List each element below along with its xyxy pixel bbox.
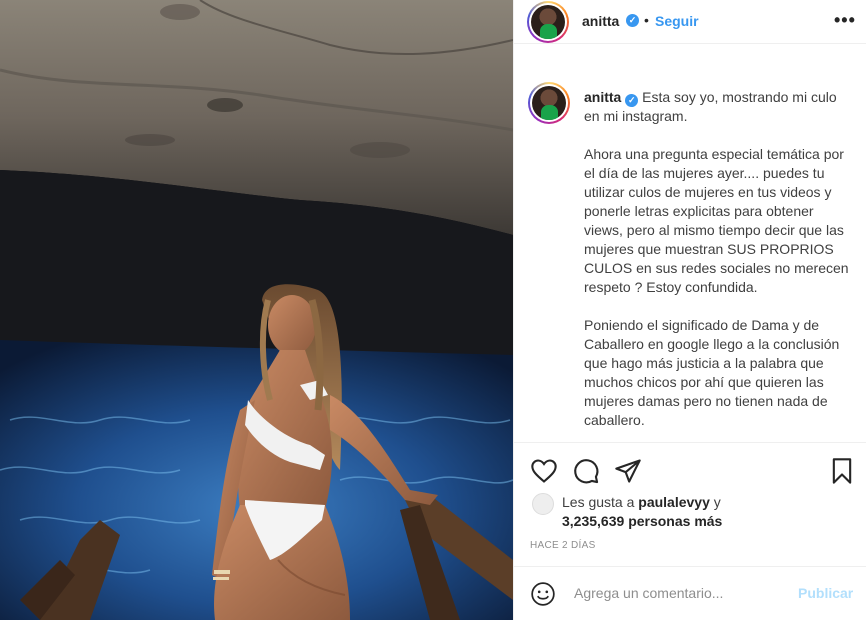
avatar-image	[531, 5, 565, 39]
likes-suffix[interactable]: personas más	[628, 513, 722, 529]
caption-text: anitta ✓ Esta soy yo, mostrando mi culo …	[584, 88, 854, 442]
likes-conjunction: y	[713, 494, 721, 510]
comment-input[interactable]: Agrega un comentario...	[574, 585, 723, 601]
post-side-panel: anitta ✓ • Seguir ••• anitta ✓ Esta soy …	[513, 0, 866, 620]
likes-prefix: Les gusta a	[562, 494, 635, 510]
header-separator: •	[644, 12, 649, 28]
likes-count-link[interactable]: 3,235,639 personas más	[562, 513, 722, 529]
more-options-icon[interactable]: •••	[834, 10, 856, 31]
verified-badge-icon: ✓	[625, 94, 639, 107]
follow-button[interactable]: Seguir	[655, 13, 699, 29]
likes-line-1: Les gusta a paulalevyy y	[562, 494, 721, 510]
avatar[interactable]	[527, 1, 569, 43]
liker-username[interactable]: paulalevyy	[638, 494, 710, 510]
caption-paragraph-1: Esta soy yo, mostrando mi culo en mi ins…	[584, 89, 837, 124]
post-timestamp[interactable]: HACE 2 DÍAS	[530, 540, 596, 551]
publish-button[interactable]: Publicar	[798, 585, 853, 601]
action-bar	[514, 442, 866, 498]
header-username[interactable]: anitta	[582, 13, 619, 29]
emoji-icon[interactable]	[530, 581, 556, 607]
comment-icon[interactable]	[572, 457, 600, 485]
post-photo[interactable]	[0, 0, 513, 620]
cave-pool-photo	[0, 0, 513, 620]
share-icon[interactable]	[614, 457, 642, 485]
verified-badge-icon: ✓	[626, 14, 639, 27]
caption-avatar[interactable]	[528, 82, 570, 124]
caption-paragraph-3: Poniendo el significado de Dama y de Cab…	[584, 317, 840, 428]
heart-icon[interactable]	[530, 457, 558, 485]
avatar-image	[532, 86, 566, 120]
bookmark-icon[interactable]	[828, 457, 856, 485]
caption-paragraph-2: Ahora una pregunta especial temática por…	[584, 146, 849, 295]
caption-username[interactable]: anitta	[584, 89, 621, 105]
comment-bar: Agrega un comentario... Publicar	[514, 566, 866, 620]
post-header: anitta ✓ • Seguir •••	[514, 0, 866, 44]
caption-area: anitta ✓ Esta soy yo, mostrando mi culo …	[514, 70, 866, 442]
liker-avatar[interactable]	[532, 493, 554, 515]
instagram-post: anitta ✓ • Seguir ••• anitta ✓ Esta soy …	[0, 0, 866, 620]
likes-count[interactable]: 3,235,639	[562, 513, 624, 529]
